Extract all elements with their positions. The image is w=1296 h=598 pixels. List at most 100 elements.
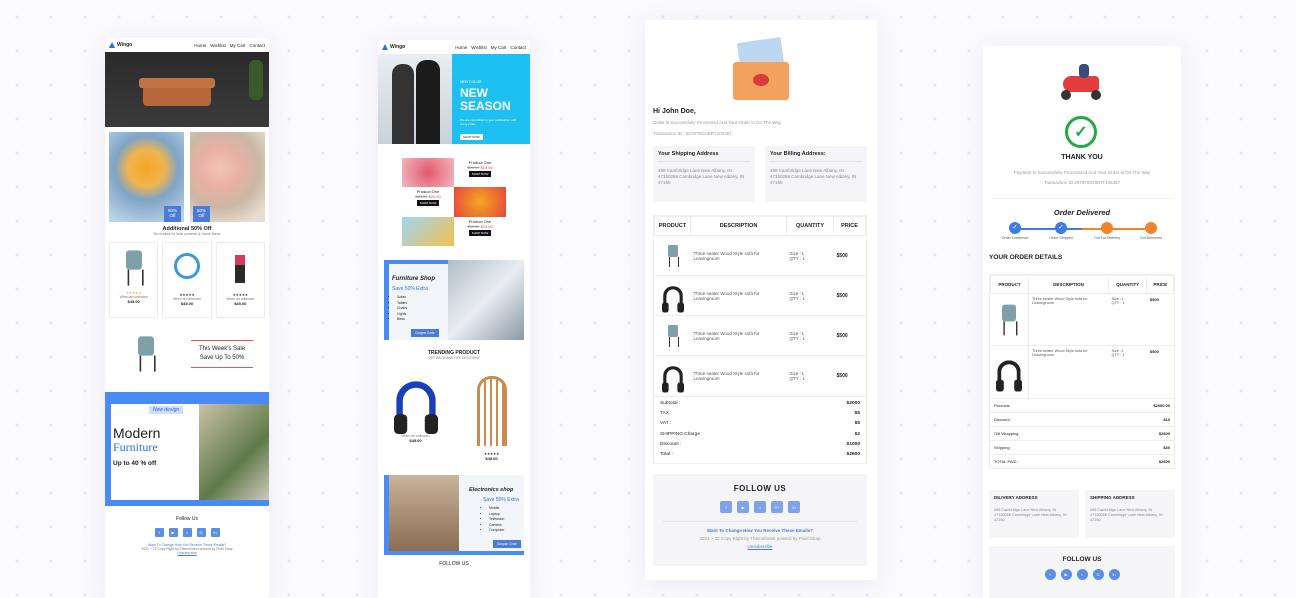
logo[interactable]: Wingo <box>109 42 132 48</box>
col-description: DESCRIPTION <box>690 216 787 236</box>
table-row[interactable]: Three seater Wood Style sofa for Leaving… <box>654 275 866 316</box>
row-price: $500 <box>833 235 866 276</box>
linkedin-icon[interactable]: in <box>788 501 800 513</box>
product-card[interactable]: Product One $28.00 $20.60 SHOP NOW <box>402 187 454 216</box>
nav-home[interactable]: Home <box>194 43 206 48</box>
list-item: Sofas <box>397 295 407 301</box>
summary-value: $5 <box>854 411 860 417</box>
follow-title: FOLLOW US <box>733 484 787 493</box>
footer: FOLLOW US f ▶ t Gin <box>989 546 1175 598</box>
summary-label: TAX : <box>660 411 672 417</box>
product-card[interactable]: ★★★★★ $45.00 <box>476 370 507 461</box>
row-qty: QTY : 1 <box>1111 353 1125 357</box>
coupon-button[interactable]: Coupon Code <box>493 540 521 548</box>
product-card[interactable]: ★★★★★ When an unknown $45.00 <box>109 242 159 318</box>
col-quantity: QUANTITY <box>785 216 835 236</box>
shop-button[interactable]: SHOP NOW <box>468 229 492 236</box>
shipping-address: 268 Cambridge Lane New Albany, IN 471502… <box>658 168 745 185</box>
facebook-icon[interactable]: f <box>154 528 164 537</box>
summary-label: VAT : <box>660 421 672 427</box>
product-price: $45.00 <box>485 456 498 461</box>
table-row[interactable]: Three seater Wood Style sofa for Leaving… <box>990 293 1174 346</box>
hero-banner: NEW COLOR NEW SEASON We are committed to … <box>378 54 530 144</box>
billing-address-box: Your Billing Address: 268 Cambridge Lane… <box>765 146 867 202</box>
row-qty: QTY : 1 <box>789 335 805 341</box>
product-card[interactable]: ★★★★★ When an unknown $45.00 <box>162 242 212 318</box>
table-row[interactable]: Three seater Wood Style sofa for Leaving… <box>990 345 1174 398</box>
row-qty: QTY : 1 <box>789 255 805 261</box>
product-mosaic: Product One $28.00 $19.60 SHOP NOW Product… <box>402 158 506 246</box>
step-label: Order Shipped <box>1049 236 1073 240</box>
furniture-save: Save 50% Extra <box>392 286 428 292</box>
twitter-icon[interactable]: t <box>1076 569 1088 580</box>
product-price: $45.00 <box>409 438 422 443</box>
furniture-shop-banner: Furniture Shop Save 50% Extra Sofas Tabl… <box>384 260 524 340</box>
email-template-order-delivered: ✓ THANK YOU Payment Is Successfully Proc… <box>983 46 1181 598</box>
old-price: $28.00 <box>467 165 480 170</box>
logo-icon <box>109 42 115 48</box>
summary-row: Discount : $10 <box>990 411 1174 426</box>
twitter-icon[interactable]: t <box>182 528 192 537</box>
google-plus-icon[interactable]: G <box>196 528 206 537</box>
sale-line-2: Save Up To 50% <box>199 355 245 361</box>
transaction-id: Transaction ID : 267876GHERY105467, <box>653 131 734 136</box>
shop-button[interactable]: SHOP NOW <box>416 200 440 207</box>
order-summary: Subtotal : $2000 TAX : $5 VAT : $5 SHIPPING… <box>654 395 866 463</box>
electronics-save: Save 50% Extra <box>483 497 519 503</box>
shop-button[interactable]: SHOP NOW <box>468 171 492 177</box>
step-dot: ✓ <box>1055 222 1067 234</box>
nav-cart[interactable]: My Cart <box>491 45 507 50</box>
summary-value: $2600 <box>1158 430 1170 436</box>
linkedin-icon[interactable]: in <box>210 528 220 537</box>
plant-icon <box>249 60 263 100</box>
follow-title: FOLLOW US <box>439 561 469 567</box>
logo[interactable]: Wingo <box>382 44 405 50</box>
facebook-icon[interactable]: f <box>720 501 732 513</box>
youtube-icon[interactable]: ▶ <box>1060 569 1072 580</box>
twitter-icon[interactable]: t <box>754 501 766 513</box>
envelope-icon <box>733 37 789 100</box>
brand-name: Wingo <box>390 44 406 50</box>
youtube-icon[interactable]: ▶ <box>737 501 749 513</box>
google-plus-icon[interactable]: G <box>1092 569 1104 580</box>
summary-row: Products $2600.00 <box>990 397 1174 412</box>
linkedin-icon[interactable]: in <box>1108 569 1120 580</box>
col-description: DESCRIPTION <box>1028 275 1109 294</box>
wooden-chair-icon <box>476 376 507 446</box>
sale-line-1: This Week's Sale <box>199 346 246 352</box>
footer-link[interactable]: Want To Change How You Receive These Ema… <box>653 528 867 533</box>
unsubscribe-link[interactable]: Unsubscribe <box>653 544 867 549</box>
google-plus-icon[interactable]: G+ <box>771 501 783 513</box>
living-room-image <box>389 475 459 551</box>
nav-contact[interactable]: Contact <box>249 43 265 48</box>
summary-row: Shipping : $30 <box>990 439 1174 454</box>
row-qty: QTY : 1 <box>789 375 805 381</box>
product-card[interactable]: Product One $28.00 $19.60 SHOP NOW <box>454 217 506 246</box>
product-card[interactable]: ★★★★★ When an unknown $45.00 <box>215 242 265 318</box>
hero-title: NEW SEASON <box>460 87 511 113</box>
row-description: Three seater Wood Style sofa for Leaving… <box>690 315 787 356</box>
unsubscribe-link[interactable]: Unsubscribe <box>105 551 269 555</box>
nav-home[interactable]: Home <box>455 45 467 50</box>
banner-line-2: Furniture <box>113 440 158 454</box>
old-price: $28.00 <box>415 194 428 200</box>
nav: Home Wishlist My Cart Contact <box>194 43 265 48</box>
order-table: PRODUCT DESCRIPTION QUANTITY PRICE Three… <box>653 215 867 464</box>
summary-value: $2 <box>854 431 860 437</box>
facebook-icon[interactable]: f <box>1044 569 1056 580</box>
kitchen-image <box>448 260 524 340</box>
social-links: f ▶ t Gin <box>989 569 1175 580</box>
discount-badge: 50% Off <box>164 206 181 222</box>
table-row[interactable]: Three seater Wood Style sofa for Leaving… <box>654 355 866 396</box>
nav-contact[interactable]: Contact <box>510 45 526 50</box>
product-card[interactable]: Product One $28.00 $19.60 SHOP NOW <box>454 158 506 187</box>
youtube-icon[interactable]: ▶ <box>168 528 178 537</box>
table-row[interactable]: Three seater Wood Style sofa for Leaving… <box>654 235 866 276</box>
product-card[interactable]: When an unknown $45.00 <box>393 370 438 461</box>
coupon-button[interactable]: Coupon Code <box>411 329 439 337</box>
nav-wishlist[interactable]: Wishlist <box>471 45 487 50</box>
nav-wishlist[interactable]: Wishlist <box>210 43 226 48</box>
table-row[interactable]: Three seater Wood Style sofa for Leaving… <box>654 315 866 356</box>
hero-shop-button[interactable]: SHOP NOW <box>460 134 483 140</box>
nav-cart[interactable]: My Cart <box>230 43 246 48</box>
